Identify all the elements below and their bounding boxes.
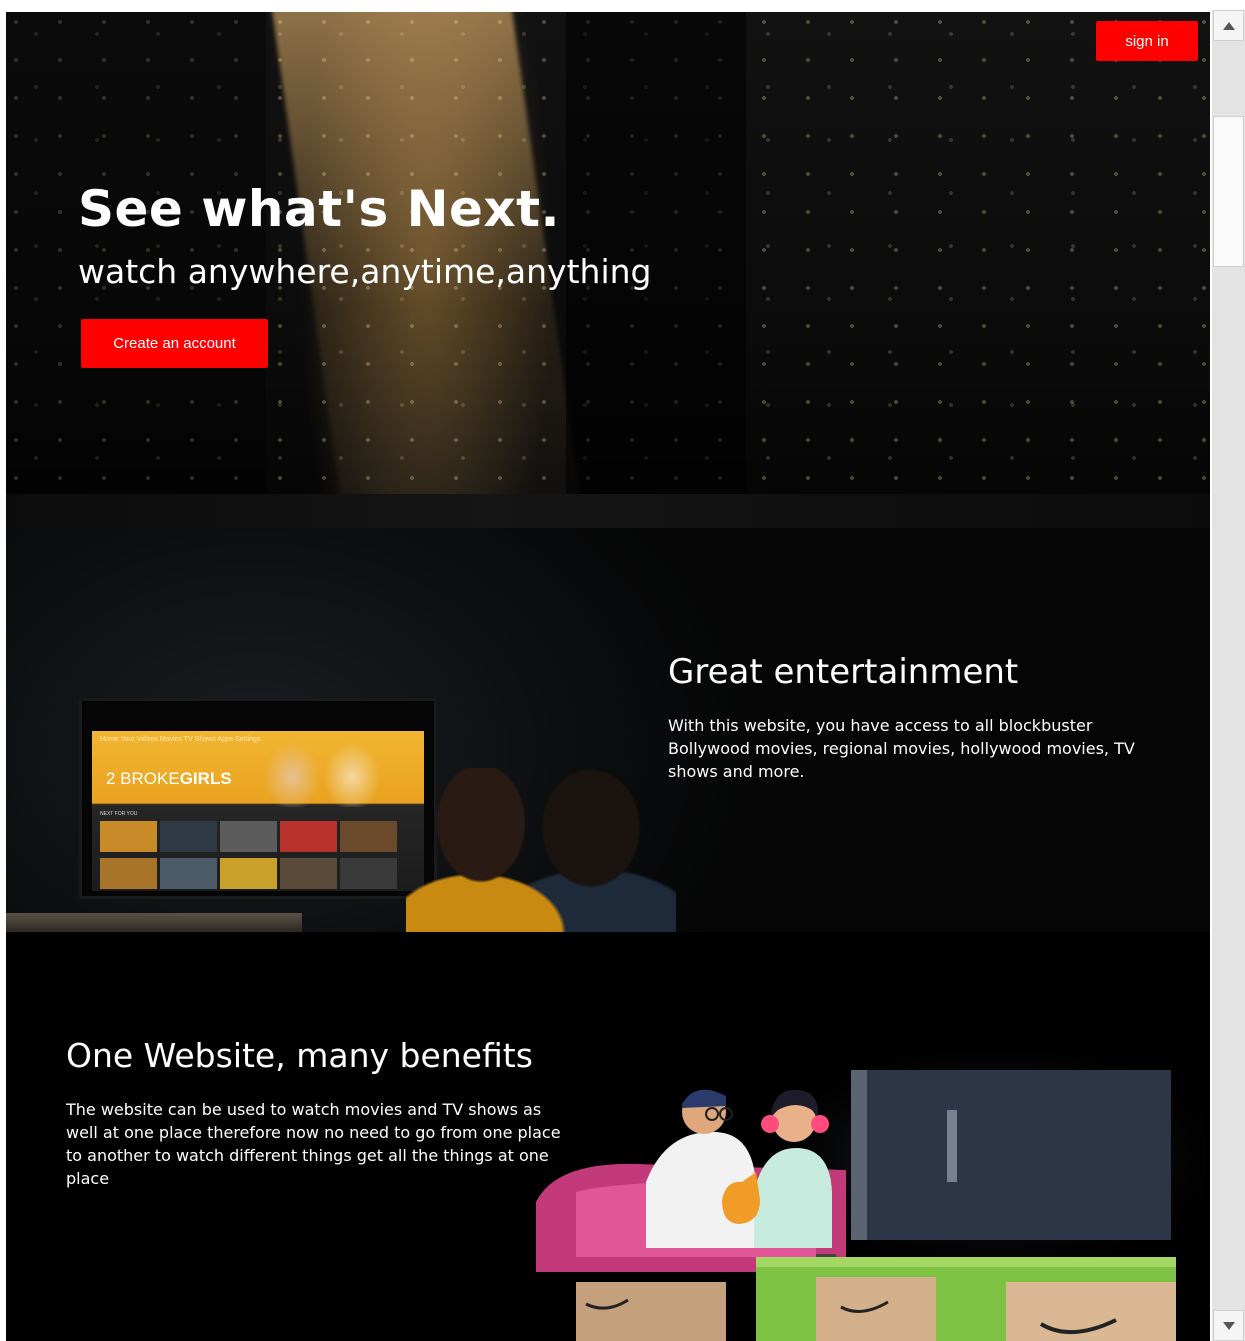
triangle-up-icon xyxy=(1222,21,1235,30)
tv-tile xyxy=(100,821,157,852)
hero-section: sign in See what's Next. watch anywhere,… xyxy=(6,12,1210,528)
benefits-heading: One Website, many benefits xyxy=(66,1036,533,1075)
tv-tile xyxy=(280,858,337,889)
tv-tile xyxy=(160,858,217,889)
tv-tile xyxy=(100,858,157,889)
hero-subtitle: watch anywhere,anytime,anything xyxy=(78,252,652,291)
scroll-down-button[interactable] xyxy=(1213,1310,1244,1341)
tv-image: Home Your Videos Movies TV Shows Apps Se… xyxy=(79,698,437,899)
headphones-icon xyxy=(761,1115,779,1133)
sign-in-button[interactable]: sign in xyxy=(1096,21,1198,61)
tv-row-label: NEXT FOR YOU xyxy=(100,811,138,817)
scroll-up-button[interactable] xyxy=(1213,10,1244,41)
scrollbar-thumb[interactable] xyxy=(1213,116,1244,267)
entertainment-heading: Great entertainment xyxy=(668,652,1019,692)
illus-woman xyxy=(754,1148,832,1248)
hero-bottom-band xyxy=(6,494,1210,528)
vertical-scrollbar[interactable] xyxy=(1212,10,1245,1341)
entertainment-section: Home Your Videos Movies TV Shows Apps Se… xyxy=(6,528,1210,932)
page-viewport: sign in See what's Next. watch anywhere,… xyxy=(6,12,1210,1341)
hero-title: See what's Next. xyxy=(78,180,561,238)
tv-tile xyxy=(280,821,337,852)
tv-screen: Home Your Videos Movies TV Shows Apps Se… xyxy=(92,731,424,891)
entertainment-description: With this website, you have access to al… xyxy=(668,716,1135,781)
tv-tile xyxy=(220,821,277,852)
tv-stand xyxy=(6,913,302,932)
tv-tile xyxy=(340,821,397,852)
illus-man-hair xyxy=(682,1089,726,1108)
tv-nav-menu: Home Your Videos Movies TV Shows Apps Se… xyxy=(100,736,261,743)
benefits-description: The website can be used to watch movies … xyxy=(66,1100,561,1188)
tv-tile xyxy=(160,821,217,852)
tv-show-artwork xyxy=(242,737,392,807)
triangle-down-icon xyxy=(1222,1321,1235,1330)
tv-show-title-light: 2 BROKE xyxy=(106,769,180,788)
tv-tile xyxy=(220,858,277,889)
tv-tile xyxy=(340,858,397,889)
family-tv-illustration xyxy=(536,1052,1206,1341)
illus-tv xyxy=(851,1070,1171,1240)
tv-show-title: 2 BROKEGIRLS xyxy=(106,769,232,789)
illus-box xyxy=(1006,1282,1176,1341)
illus-box xyxy=(576,1282,726,1341)
couple-watching-image xyxy=(406,768,676,932)
illus-tv-highlight xyxy=(947,1110,957,1182)
tv-show-title-bold: GIRLS xyxy=(179,769,232,788)
create-account-button[interactable]: Create an account xyxy=(81,319,268,368)
headphones-icon xyxy=(811,1115,829,1133)
illus-table-top xyxy=(756,1257,1176,1267)
benefits-section: One Website, many benefits The website c… xyxy=(6,932,1210,1341)
illus-tv-edge xyxy=(851,1070,867,1240)
